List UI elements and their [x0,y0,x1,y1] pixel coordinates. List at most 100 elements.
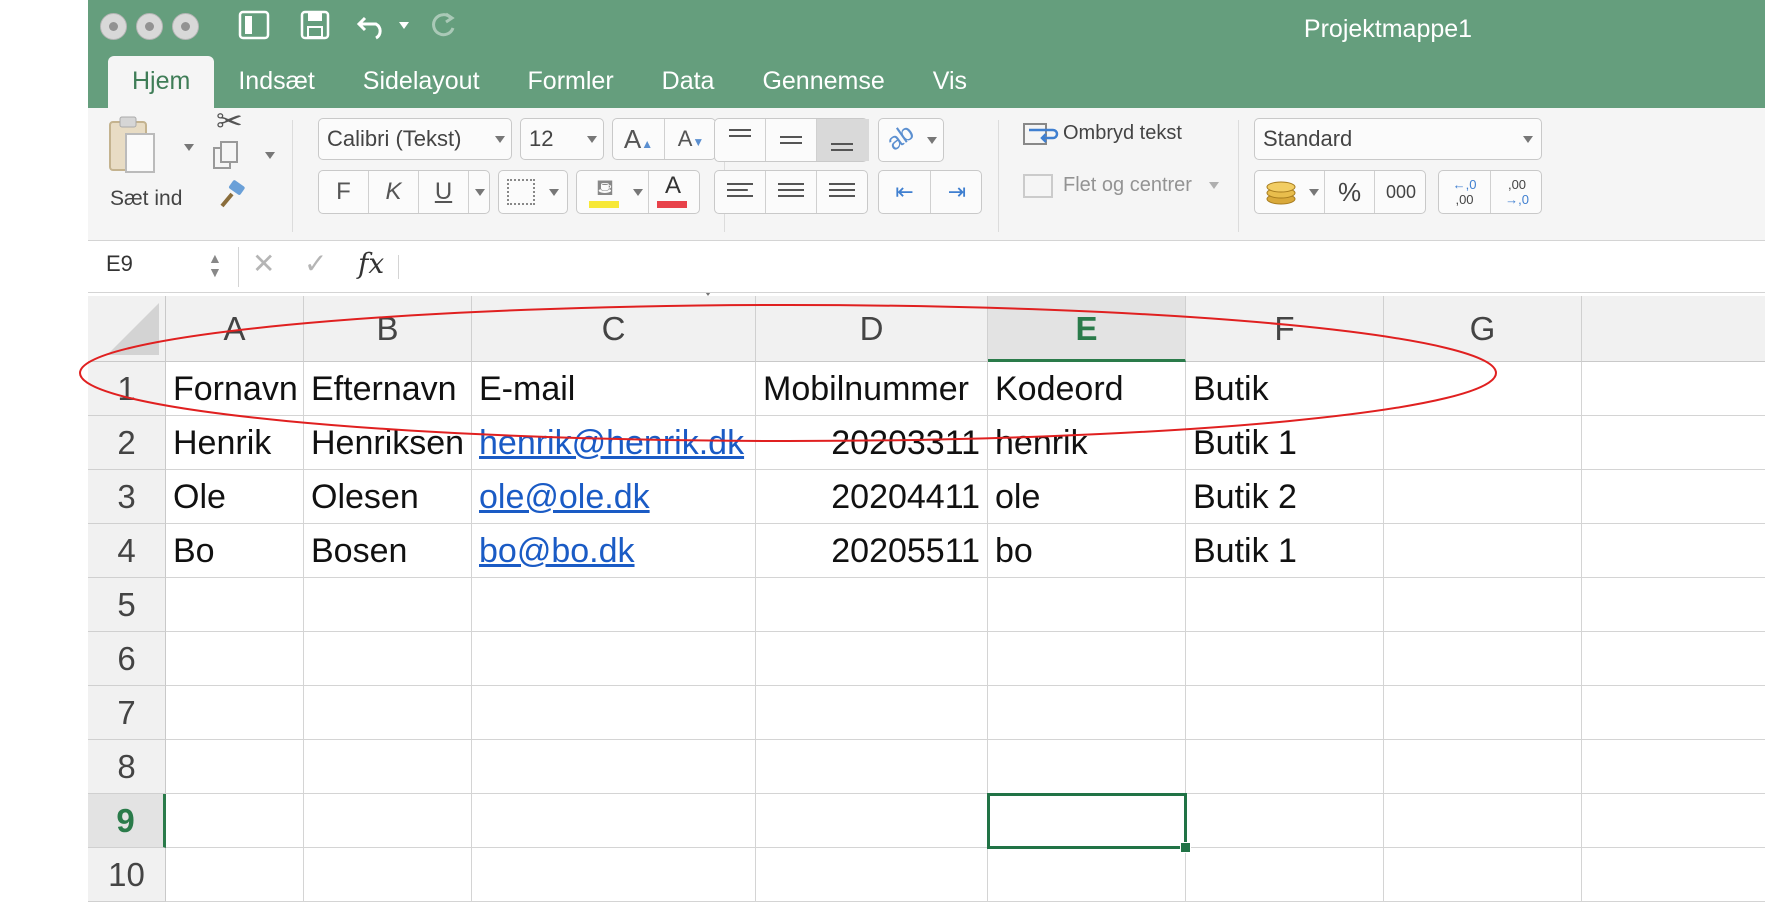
cell-c10[interactable] [472,848,756,902]
cell-h4[interactable] [1582,524,1765,578]
cell-a7[interactable] [166,686,304,740]
cell-b6[interactable] [304,632,472,686]
cell-h2[interactable] [1582,416,1765,470]
email-link[interactable]: ole@ole.dk [479,478,650,516]
italic-button[interactable]: K [369,171,419,213]
cell-e5[interactable] [988,578,1186,632]
enter-icon[interactable]: ✓ [304,247,327,280]
cell-f9[interactable] [1186,794,1384,848]
decrease-indent-button[interactable]: ⇤ [879,171,931,213]
increase-decimal-button[interactable]: ←,0,00 [1439,171,1491,213]
cell-g7[interactable] [1384,686,1582,740]
align-center-button[interactable] [766,171,817,213]
redo-icon[interactable] [428,10,458,40]
cell-b9[interactable] [304,794,472,848]
cell-f7[interactable] [1186,686,1384,740]
minimize-window-button[interactable] [136,13,163,40]
cell-a10[interactable] [166,848,304,902]
tab-formler[interactable]: Formler [504,56,638,108]
font-color-button[interactable]: A [649,171,701,213]
email-link[interactable]: bo@bo.dk [479,532,635,570]
number-format-select[interactable]: Standard [1254,118,1542,160]
cell-h8[interactable] [1582,740,1765,794]
row-header-9[interactable]: 9 [88,794,166,848]
row-header-6[interactable]: 6 [88,632,166,686]
row-header-4[interactable]: 4 [88,524,166,578]
align-bottom-button[interactable] [817,119,869,161]
cell-c4[interactable]: bo@bo.dk [472,524,756,578]
cell-d7[interactable] [756,686,988,740]
align-left-button[interactable] [715,171,766,213]
cell-a5[interactable] [166,578,304,632]
font-name-select[interactable]: Calibri (Tekst) [318,118,512,160]
cell-g3[interactable] [1384,470,1582,524]
cell-g8[interactable] [1384,740,1582,794]
name-box-stepper-icon[interactable]: ▲ ▼ [208,251,222,279]
cell-e7[interactable] [988,686,1186,740]
paste-icon[interactable] [102,114,172,184]
align-right-button[interactable] [817,171,869,213]
percent-button[interactable]: % [1325,171,1375,213]
cell-h10[interactable] [1582,848,1765,902]
function-icon[interactable]: fx [358,247,384,280]
cell-b7[interactable] [304,686,472,740]
wrap-text-button[interactable]: Ombryd tekst [1023,116,1213,152]
cell-b5[interactable] [304,578,472,632]
row-header-8[interactable]: 8 [88,740,166,794]
cell-a6[interactable] [166,632,304,686]
cell-h6[interactable] [1582,632,1765,686]
cell-a3[interactable]: Ole [166,470,304,524]
cell-a4[interactable]: Bo [166,524,304,578]
merge-center-button[interactable]: Flet og centrer [1023,168,1223,204]
row-header-7[interactable]: 7 [88,686,166,740]
cell-c8[interactable] [472,740,756,794]
formula-input[interactable] [408,245,1748,289]
align-middle-button[interactable] [766,119,817,161]
orientation-button[interactable]: ab [878,118,944,162]
close-window-button[interactable] [100,13,127,40]
cell-d5[interactable] [756,578,988,632]
cell-a8[interactable] [166,740,304,794]
row-header-10[interactable]: 10 [88,848,166,902]
shrink-font-button[interactable]: A▼ [665,119,717,159]
zoom-window-button[interactable] [172,13,199,40]
cancel-icon[interactable]: ✕ [252,247,275,280]
undo-dropdown-icon[interactable] [399,22,409,29]
cell-b4[interactable]: Bosen [304,524,472,578]
cell-h1[interactable] [1582,362,1765,416]
row-header-3[interactable]: 3 [88,470,166,524]
cell-f10[interactable] [1186,848,1384,902]
name-box[interactable]: E9 [106,251,133,277]
cell-f3[interactable]: Butik 2 [1186,470,1384,524]
cell-f8[interactable] [1186,740,1384,794]
cell-f4[interactable]: Butik 1 [1186,524,1384,578]
cell-h5[interactable] [1582,578,1765,632]
copy-icon[interactable] [212,140,242,170]
cell-h3[interactable] [1582,470,1765,524]
cell-a9[interactable] [166,794,304,848]
undo-icon[interactable] [356,10,390,40]
fill-color-button[interactable]: ⛾ [577,171,649,213]
cell-e3[interactable]: ole [988,470,1186,524]
tab-sidelayout[interactable]: Sidelayout [339,56,504,108]
sidebar-toggle-icon[interactable] [238,10,270,40]
bold-button[interactable]: F [319,171,369,213]
tab-gennemse[interactable]: Gennemse [738,56,908,108]
accounting-format-button[interactable] [1255,171,1325,213]
cell-e10[interactable] [988,848,1186,902]
cell-e6[interactable] [988,632,1186,686]
cell-b8[interactable] [304,740,472,794]
tab-hjem[interactable]: Hjem [108,56,215,108]
grow-font-button[interactable]: A▲ [613,119,665,159]
cell-g4[interactable] [1384,524,1582,578]
cell-d3[interactable]: 20204411 [756,470,988,524]
underline-button[interactable]: U [419,171,469,213]
row-header-5[interactable]: 5 [88,578,166,632]
cell-b10[interactable] [304,848,472,902]
cell-c6[interactable] [472,632,756,686]
paste-label[interactable]: Sæt ind [110,184,182,214]
cell-g6[interactable] [1384,632,1582,686]
cut-icon[interactable]: ✂ [216,102,250,139]
tab-vis[interactable]: Vis [909,56,991,108]
tab-indsaet[interactable]: Indsæt [214,56,338,108]
